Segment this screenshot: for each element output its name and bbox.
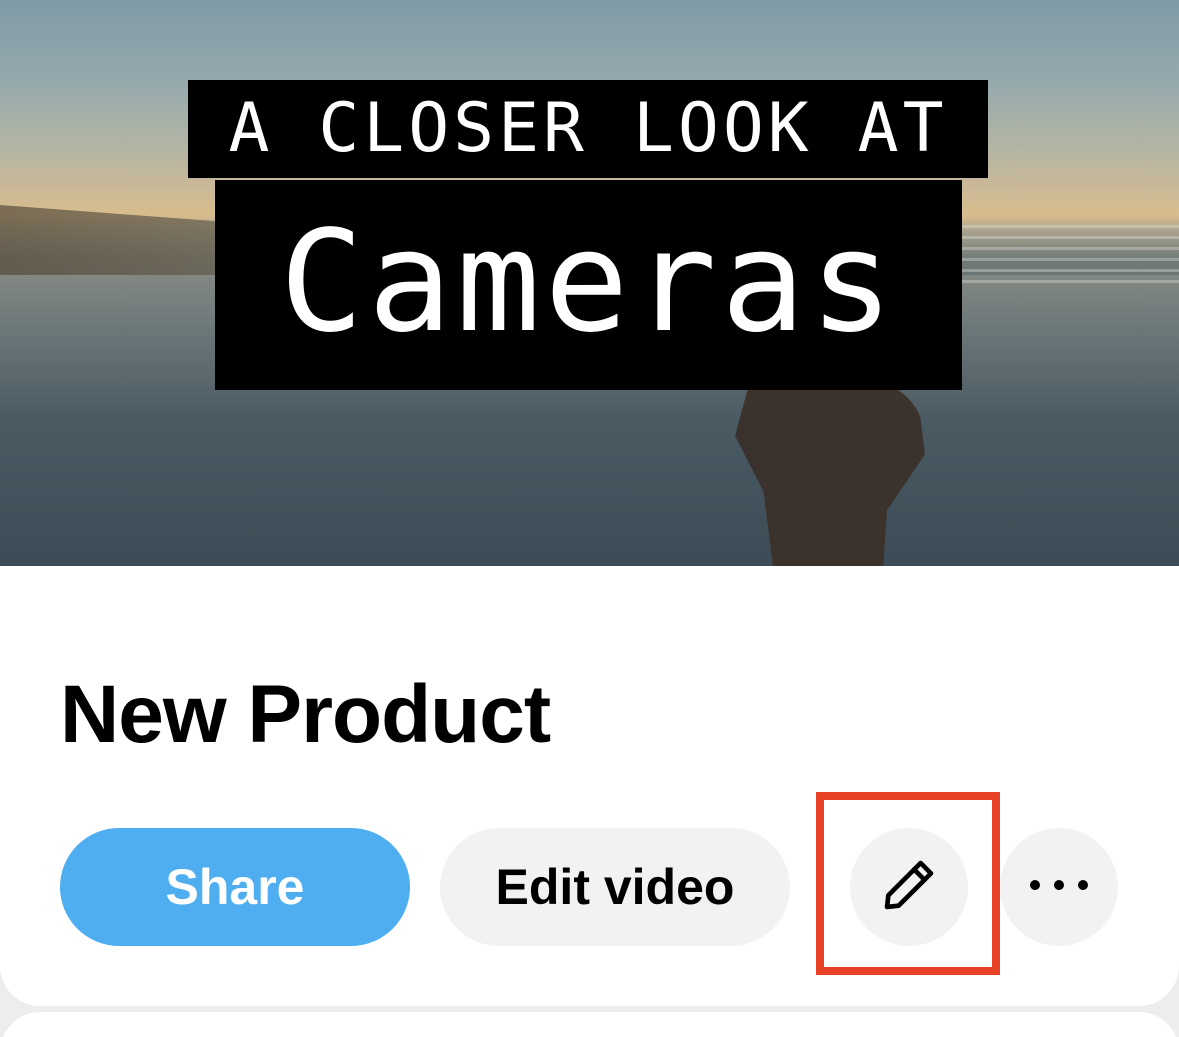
edit-details-button[interactable] (850, 828, 968, 946)
share-button[interactable]: Share (60, 828, 410, 946)
video-thumbnail[interactable]: A CLOSER LOOK AT Cameras (0, 0, 1179, 566)
next-section-card (0, 1012, 1179, 1037)
video-details-screen: A CLOSER LOOK AT Cameras New Product Sha… (0, 0, 1179, 1037)
pencil-icon (878, 854, 940, 921)
thumbnail-waves (960, 225, 1179, 285)
thumbnail-caption-top: A CLOSER LOOK AT (188, 80, 988, 178)
thumbnail-caption-main: Cameras (215, 180, 962, 390)
edit-video-button[interactable]: Edit video (440, 828, 790, 946)
thumbnail-person-silhouette (735, 380, 925, 566)
more-options-button[interactable] (1000, 828, 1118, 946)
video-title: New Product (60, 669, 551, 760)
more-horizontal-icon (1027, 877, 1091, 898)
